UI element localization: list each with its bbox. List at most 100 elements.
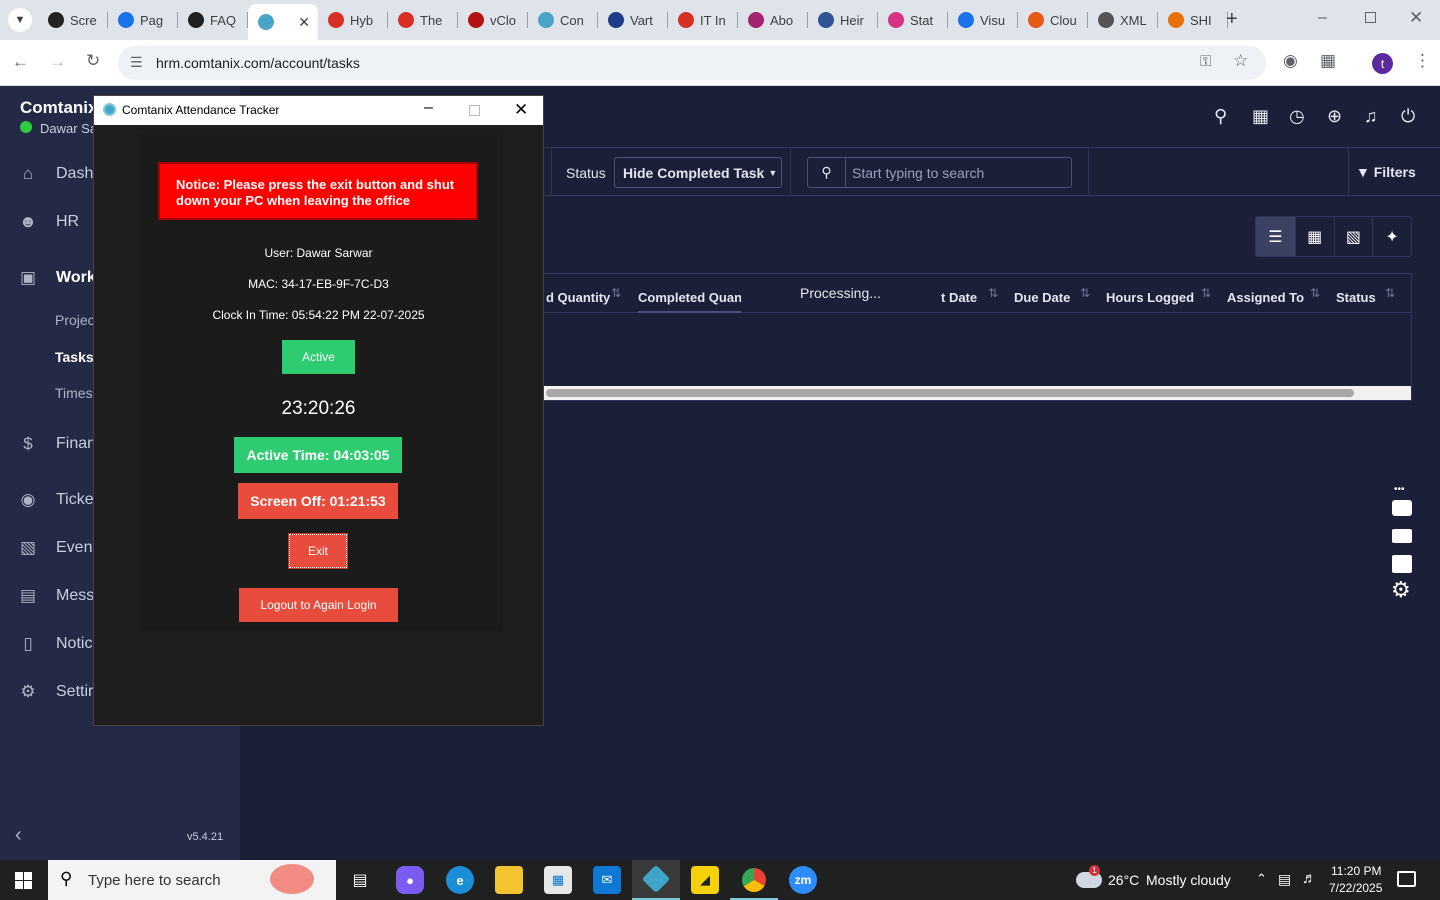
windows-start-icon[interactable] [15,872,32,889]
chrome-taskbar-item[interactable] [730,860,778,900]
chevron-up-icon[interactable]: ⌃ [1256,871,1267,887]
camera-icon[interactable] [1392,500,1412,516]
back-icon[interactable]: ← [12,52,29,72]
task-view-icon[interactable]: ▤ [346,866,374,894]
exit-button[interactable]: Exit [288,533,348,569]
tab-comtanix-active[interactable]: ✕ [248,4,318,40]
browser-menu-icon[interactable]: ⋮ [1414,51,1431,71]
clock-time[interactable]: 11:20 PM [1331,864,1381,878]
tab-vart[interactable]: Vart [598,6,668,34]
clock-date[interactable]: 7/22/2025 [1329,881,1382,895]
copilot-icon[interactable]: ● [396,866,424,894]
col-header-due-date[interactable]: Due Date [1014,290,1070,305]
tab-shi[interactable]: SHI [1158,6,1228,34]
horizontal-scrollbar[interactable] [544,386,1411,400]
url-text[interactable]: hrm.comtanix.com/account/tasks [156,55,360,71]
tab-xml[interactable]: XML [1088,6,1158,34]
attendance-tracker-taskbar-item[interactable] [632,860,680,900]
video-icon[interactable] [1392,529,1412,543]
reload-icon[interactable]: ↻ [86,51,100,71]
online-status-dot [20,121,32,133]
col-header-quantity[interactable]: d Quantity [546,290,610,305]
notifications-icon[interactable] [1397,871,1416,887]
filters-button[interactable]: ▼ Filters [1356,164,1416,180]
col-header-start-date[interactable]: t Date [941,290,977,305]
add-circle-icon[interactable]: ⊕ [1327,106,1342,127]
tab-vcloud[interactable]: vClo [458,6,528,34]
bookmark-star-icon[interactable]: ☆ [1233,51,1248,71]
subnav-tasks[interactable]: Tasks [55,349,94,365]
clock-icon[interactable]: ◷ [1289,106,1305,127]
search-box[interactable]: ⚲ Start typing to search [807,157,1072,188]
taskbar-search-input[interactable]: Type here to search [88,872,221,889]
maximize-icon[interactable] [469,105,480,116]
sort-icon[interactable]: ⇅ [1385,286,1395,300]
subnav-timesheet[interactable]: Times [55,385,93,401]
tab-con[interactable]: Con [528,6,598,34]
tab-stat[interactable]: Stat [878,6,948,34]
search-icon[interactable]: ⚲ [1214,106,1227,127]
bell-icon[interactable]: ♫ [1364,106,1378,127]
scrollbar-thumb[interactable] [546,389,1354,397]
collapse-sidebar-icon[interactable]: ‹ [15,824,22,847]
more-dots-icon[interactable]: ••• [1394,484,1405,495]
calendar-view-icon[interactable]: ▧ [1333,217,1373,256]
profile-avatar[interactable]: t [1372,53,1393,74]
col-header-assigned-to[interactable]: Assigned To [1227,290,1304,305]
col-header-status[interactable]: Status [1336,290,1376,305]
tab-search-button[interactable]: ▼ [8,8,32,32]
taskbar-search-box[interactable]: ⚲ Type here to search [48,860,336,900]
subnav-projects[interactable]: Projec [55,312,95,328]
sort-icon[interactable]: ⇅ [611,286,621,300]
weather-widget[interactable]: 1 26°C Mostly cloudy [1074,860,1244,900]
list-view-icon[interactable]: ☰ [1256,217,1295,256]
gear-icon[interactable]: ⚙ [1391,579,1411,601]
zoom-icon[interactable]: zm [789,866,817,894]
sort-icon[interactable]: ⇅ [1201,286,1211,300]
search-input[interactable]: Start typing to search [852,165,984,181]
tab-cloud[interactable]: Clou [1018,6,1088,34]
volume-icon[interactable]: ♬ [1302,870,1317,887]
mail-icon[interactable]: ✉ [593,866,621,894]
tab-screenshot[interactable]: Scre [38,6,108,34]
tab-it-in[interactable]: IT In [668,6,738,34]
window-minimize-icon[interactable]: – [1318,9,1327,27]
address-bar[interactable]: ☰ hrm.comtanix.com/account/tasks ⚿ ☆ [118,46,1266,80]
sort-icon[interactable]: ⇅ [1310,286,1320,300]
tab-hybrid[interactable]: Hyb [318,6,388,34]
tab-heir[interactable]: Heir [808,6,878,34]
new-tab-button[interactable]: + [1226,8,1238,31]
power-icon[interactable]: ⏻ [1401,106,1415,127]
network-icon[interactable]: ▤ [1278,871,1291,888]
status-active-badge: Active [282,340,355,374]
site-info-icon[interactable]: ☰ [130,54,143,71]
close-icon[interactable]: ✕ [514,100,528,120]
window-close-icon[interactable]: ✕ [1409,8,1423,28]
logout-button[interactable]: Logout to Again Login [239,588,398,622]
tab-visual[interactable]: Visu [948,6,1018,34]
edge-icon[interactable]: e [446,866,474,894]
status-filter-select[interactable]: Hide Completed Task ▼ [614,157,782,188]
sticky-notes-icon[interactable]: ◢ [691,866,719,894]
sticky-note-icon[interactable]: ▦ [1252,106,1269,127]
file-explorer-icon[interactable] [495,866,523,894]
tab-pages[interactable]: Pag [108,6,178,34]
window-restore-icon[interactable] [1365,12,1376,23]
minimize-icon[interactable]: – [424,99,433,117]
extensions-icon[interactable]: ▦ [1320,51,1336,71]
tab-about[interactable]: Abo [738,6,808,34]
sort-icon[interactable]: ⇅ [1080,286,1090,300]
sort-icon[interactable]: ⇅ [988,286,998,300]
kanban-view-icon[interactable]: ▦ [1294,217,1334,256]
pin-view-icon[interactable]: ✦ [1372,217,1411,256]
tab-close-icon[interactable]: ✕ [298,14,310,31]
store-icon[interactable]: ▦ [544,866,572,894]
translate-globe-icon[interactable]: ◉ [1283,51,1298,71]
col-header-completed-quantity[interactable]: Completed Quan [638,290,741,313]
password-key-icon[interactable]: ⚿ [1200,53,1211,70]
col-header-hours-logged[interactable]: Hours Logged [1106,290,1194,305]
copy-icon[interactable] [1392,555,1412,573]
tab-faq[interactable]: FAQ [178,6,248,34]
forward-icon[interactable]: → [49,52,66,72]
tab-the[interactable]: The [388,6,458,34]
